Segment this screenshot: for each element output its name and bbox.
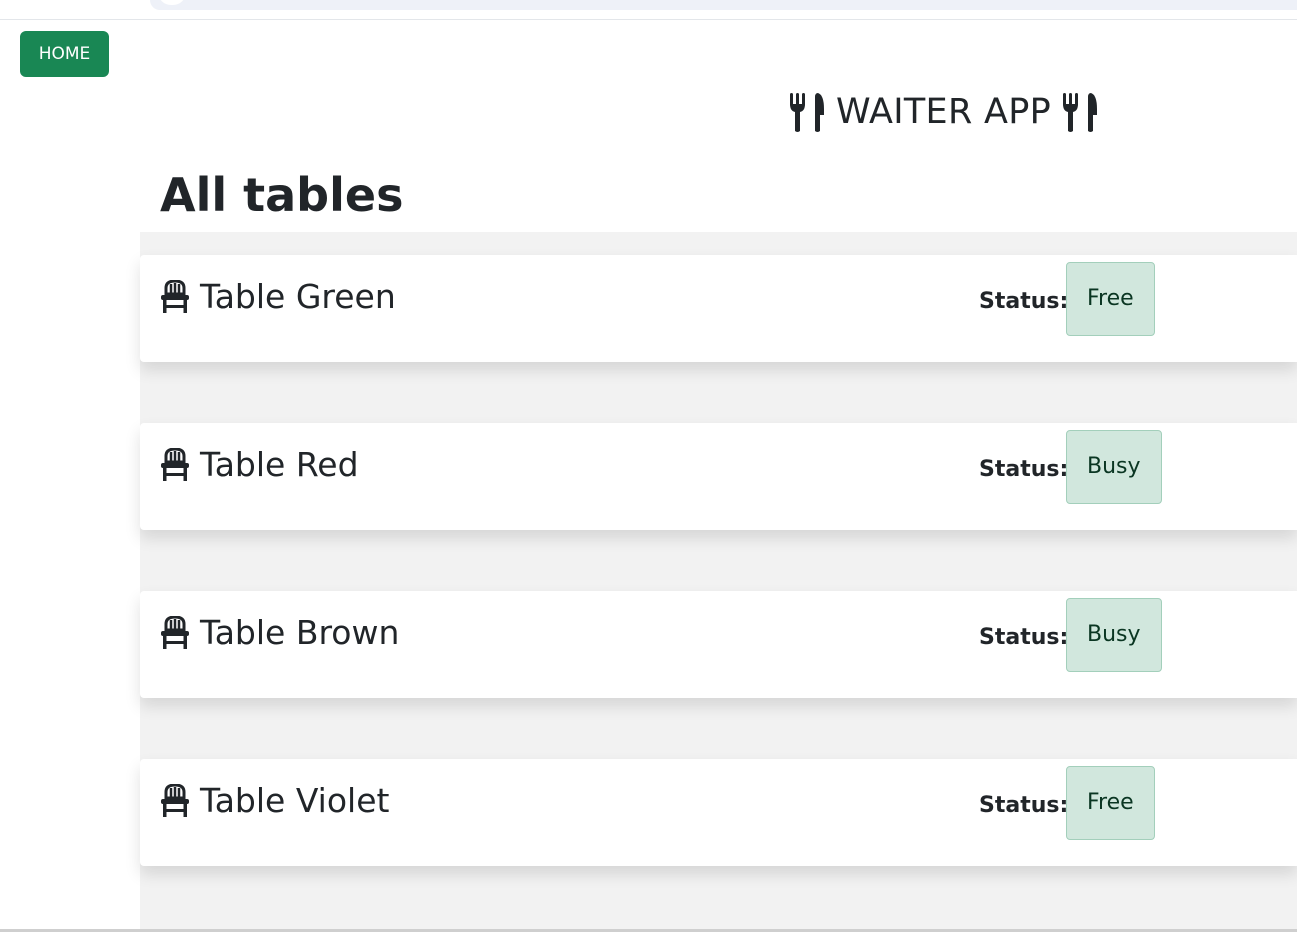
status-badge: Free xyxy=(1066,766,1155,840)
table-name-wrap: Table Red xyxy=(160,445,359,484)
utensils-icon xyxy=(1061,91,1099,133)
utensils-icon xyxy=(788,91,826,133)
table-name-wrap: Table Brown xyxy=(160,613,399,652)
chair-icon xyxy=(160,279,190,314)
status-badge: Free xyxy=(1066,262,1155,336)
table-name: Table Green xyxy=(200,277,396,316)
app-title: WAITER APP xyxy=(836,92,1052,132)
page-title: All tables xyxy=(160,168,404,222)
table-name: Table Violet xyxy=(200,781,390,820)
table-name: Table Red xyxy=(200,445,359,484)
table-name-wrap: Table Green xyxy=(160,277,396,316)
status-label: Status: xyxy=(979,289,1069,314)
table-name-wrap: Table Violet xyxy=(160,781,389,820)
chair-icon xyxy=(160,783,190,818)
status-label: Status: xyxy=(979,625,1069,650)
status-label: Status: xyxy=(979,457,1069,482)
chair-icon xyxy=(160,447,190,482)
app-header: WAITER APP xyxy=(788,88,1099,136)
home-button[interactable]: HOME xyxy=(20,31,109,77)
chair-icon xyxy=(160,615,190,650)
table-name: Table Brown xyxy=(200,613,400,652)
status-badge: Busy xyxy=(1066,430,1162,504)
status-label: Status: xyxy=(979,793,1069,818)
table-card[interactable]: Table Violet Status: Free xyxy=(140,759,1297,866)
table-card[interactable]: Table Green Status: Free xyxy=(140,255,1297,362)
status-badge: Busy xyxy=(1066,598,1162,672)
table-card[interactable]: Table Red Status: Busy xyxy=(140,423,1297,530)
browser-top-strip xyxy=(0,0,1297,20)
table-card[interactable]: Table Brown Status: Busy xyxy=(140,591,1297,698)
address-bar[interactable] xyxy=(150,0,1297,10)
